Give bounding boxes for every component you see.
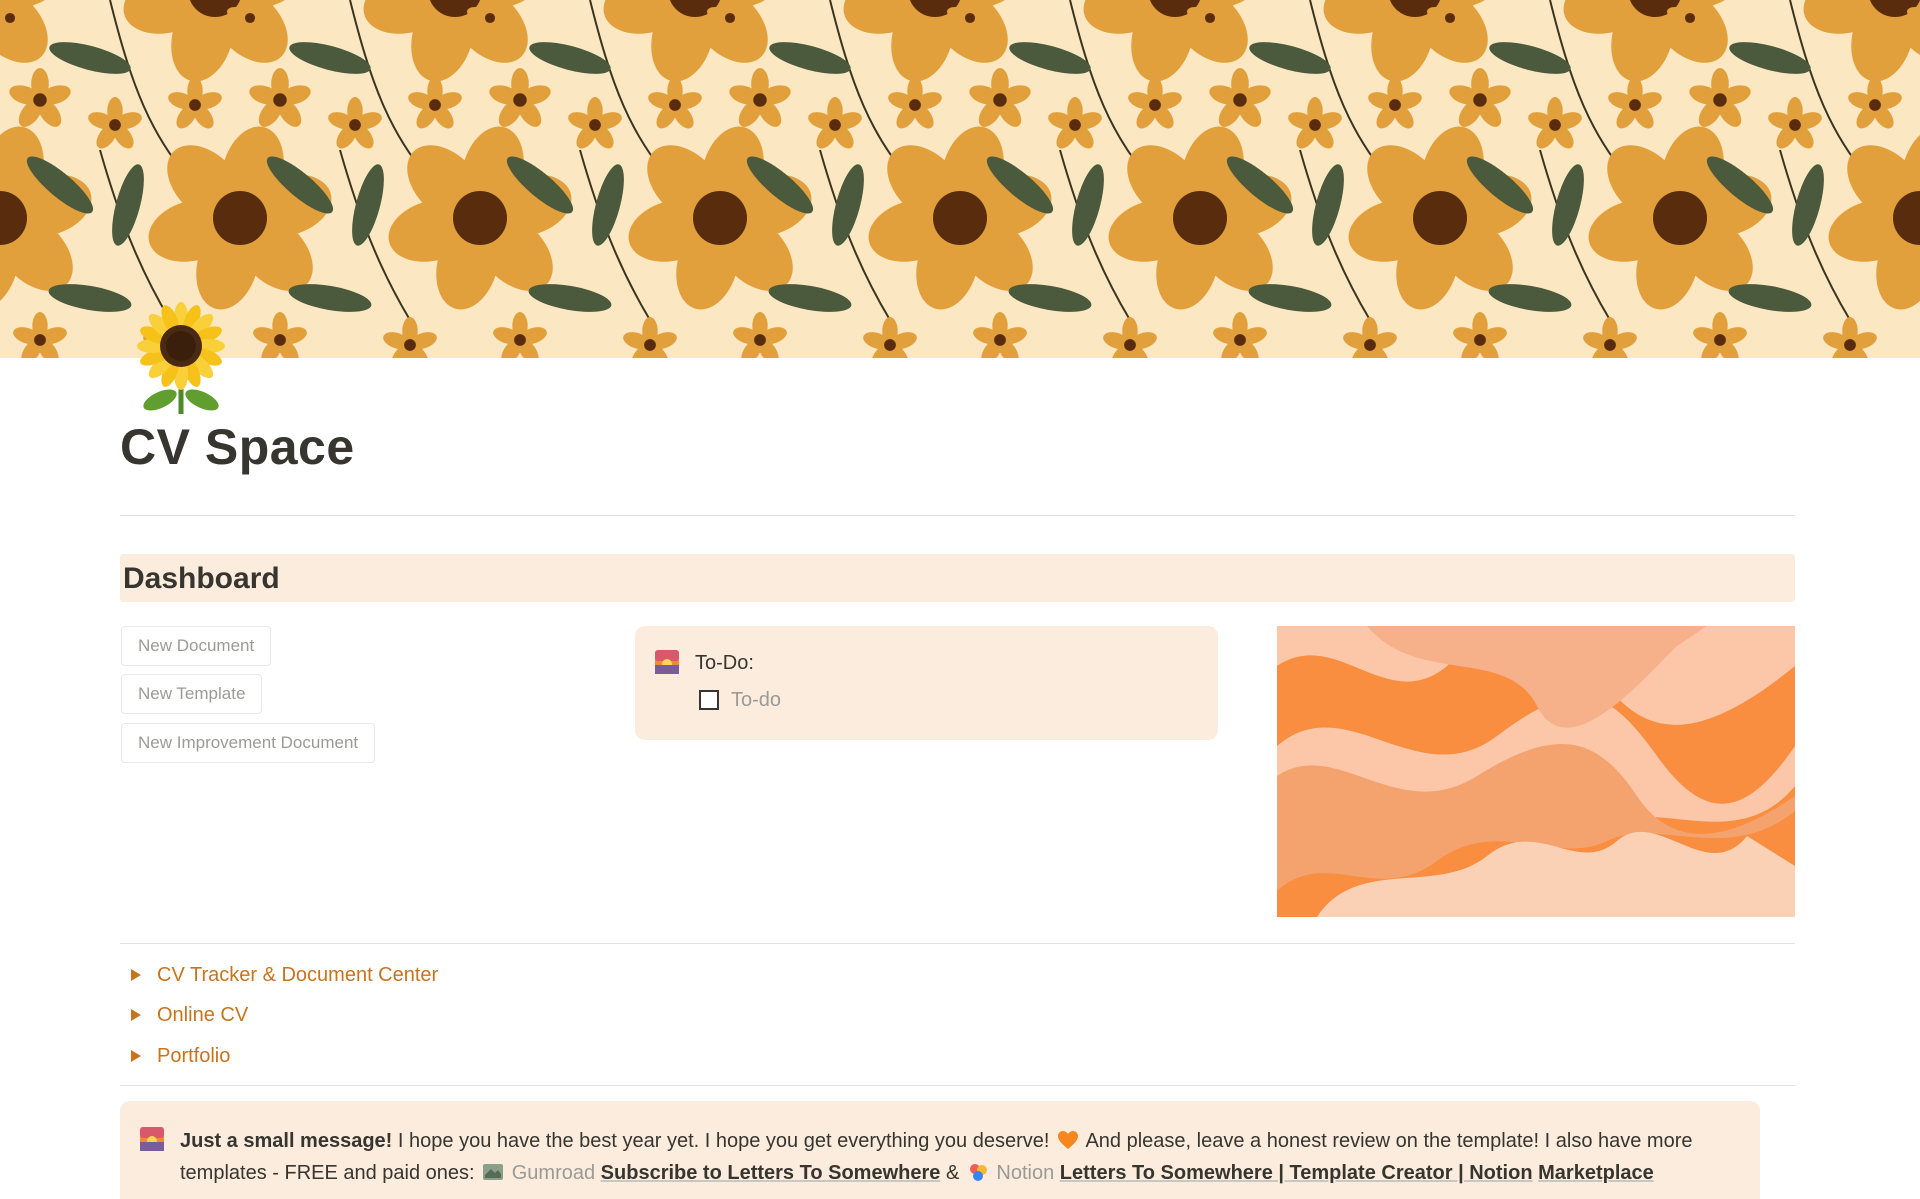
- sunset-icon: [655, 650, 679, 674]
- orange-heart-icon: [1057, 1129, 1079, 1151]
- message-callout: Just a small message! I hope you have th…: [120, 1101, 1760, 1199]
- toggle-triangle-icon[interactable]: [131, 1050, 141, 1062]
- ampersand: &: [945, 1162, 960, 1184]
- notion-label: Notion: [996, 1162, 1055, 1184]
- toggle-triangle-icon[interactable]: [131, 1009, 141, 1021]
- dashboard-heading: Dashboard: [123, 562, 280, 595]
- page-cover: [0, 0, 1920, 358]
- title-divider: [120, 515, 1795, 516]
- message-bold: Just a small message!: [180, 1130, 393, 1152]
- new-template-button[interactable]: New Template: [121, 674, 263, 714]
- todo-callout: To-Do: To-do: [635, 626, 1218, 740]
- notion-link[interactable]: Letters To Somewhere | Template Creator …: [1060, 1162, 1533, 1184]
- gumroad-label: Gumroad: [511, 1162, 596, 1184]
- dashboard-divider: [120, 943, 1795, 944]
- notion-link-continued[interactable]: Marketplace: [1538, 1162, 1654, 1184]
- todo-item-placeholder[interactable]: To-do: [731, 689, 781, 712]
- toggles-divider: [120, 1085, 1795, 1086]
- dashboard-heading-block: Dashboard: [120, 554, 1795, 602]
- toggle-cv-tracker[interactable]: CV Tracker & Document Center: [131, 960, 438, 990]
- toggle-online-cv[interactable]: Online CV: [131, 1000, 248, 1030]
- toggle-label: Online CV: [157, 1003, 249, 1026]
- todo-title: To-Do:: [695, 652, 754, 674]
- toggle-triangle-icon[interactable]: [131, 969, 141, 981]
- floral-pattern: [0, 0, 1920, 358]
- gumroad-link[interactable]: Subscribe to Letters To Somewhere: [601, 1162, 941, 1184]
- toggle-portfolio[interactable]: Portfolio: [131, 1041, 230, 1071]
- message-text-1: I hope you have the best year yet. I hop…: [397, 1130, 1050, 1152]
- page-title: CV Space: [120, 419, 355, 475]
- abstract-wave-image: [1277, 626, 1795, 917]
- notion-icon: [967, 1161, 989, 1183]
- todo-checkbox[interactable]: [699, 690, 719, 710]
- sunset-icon: [140, 1127, 164, 1151]
- toggle-label: CV Tracker & Document Center: [157, 963, 439, 986]
- new-document-button[interactable]: New Document: [121, 626, 272, 666]
- gumroad-icon: [482, 1161, 504, 1183]
- message-text: Just a small message! I hope you have th…: [180, 1125, 1750, 1189]
- sunflower-icon[interactable]: [126, 296, 236, 416]
- toggle-label: Portfolio: [157, 1044, 231, 1067]
- new-improvement-document-button[interactable]: New Improvement Document: [121, 723, 376, 763]
